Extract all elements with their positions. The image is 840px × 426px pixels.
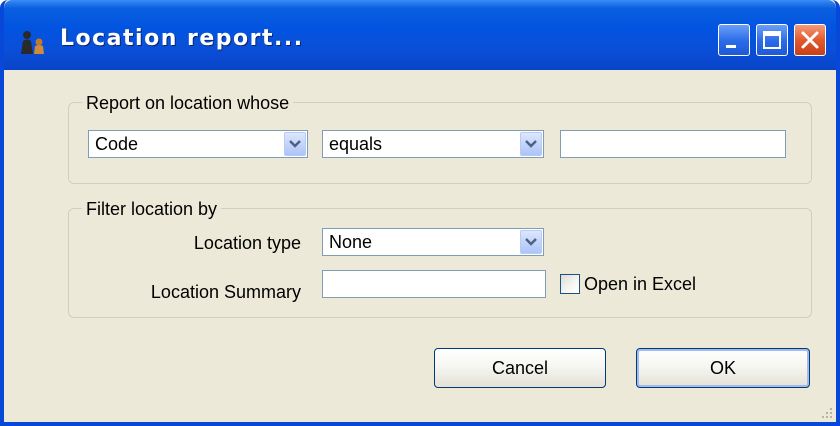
title-bar[interactable]: Location report...: [4, 0, 836, 70]
operator-select[interactable]: equals: [322, 130, 544, 158]
location-type-label: Location type: [193, 233, 301, 253]
chevron-down-icon: [289, 140, 301, 148]
criteria-input[interactable]: [560, 130, 786, 158]
maximize-button[interactable]: [756, 24, 788, 56]
open-in-excel-checkbox[interactable]: [560, 274, 580, 294]
open-in-excel-label[interactable]: Open in Excel: [584, 274, 696, 294]
maximize-icon: [763, 31, 781, 49]
close-button[interactable]: [794, 24, 826, 56]
window-title: Location report...: [60, 26, 304, 51]
chevron-down-icon: [525, 140, 537, 148]
app-icon: [18, 28, 48, 56]
operator-select-dropdown-button[interactable]: [520, 132, 542, 156]
filter-legend: Filter location by: [82, 199, 222, 219]
location-report-dialog: Location report... Report on location wh…: [0, 0, 840, 426]
ok-button[interactable]: OK: [636, 348, 810, 388]
close-icon: [801, 31, 819, 49]
minimize-button[interactable]: [718, 24, 750, 56]
minimize-icon: [726, 45, 736, 48]
cancel-button[interactable]: Cancel: [434, 348, 606, 388]
location-type-select[interactable]: None: [322, 228, 544, 256]
location-type-value: None: [329, 232, 373, 252]
field-select-value: Code: [95, 134, 139, 154]
field-select-dropdown-button[interactable]: [284, 132, 306, 156]
location-type-dropdown-button[interactable]: [520, 230, 542, 254]
location-summary-input[interactable]: [322, 270, 546, 298]
location-summary-label: Location Summary: [150, 282, 301, 302]
field-select[interactable]: Code: [88, 130, 308, 158]
resize-grip-icon[interactable]: [818, 404, 834, 420]
report-criteria-legend: Report on location whose: [82, 93, 294, 113]
operator-select-value: equals: [329, 134, 383, 154]
chevron-down-icon: [525, 238, 537, 246]
